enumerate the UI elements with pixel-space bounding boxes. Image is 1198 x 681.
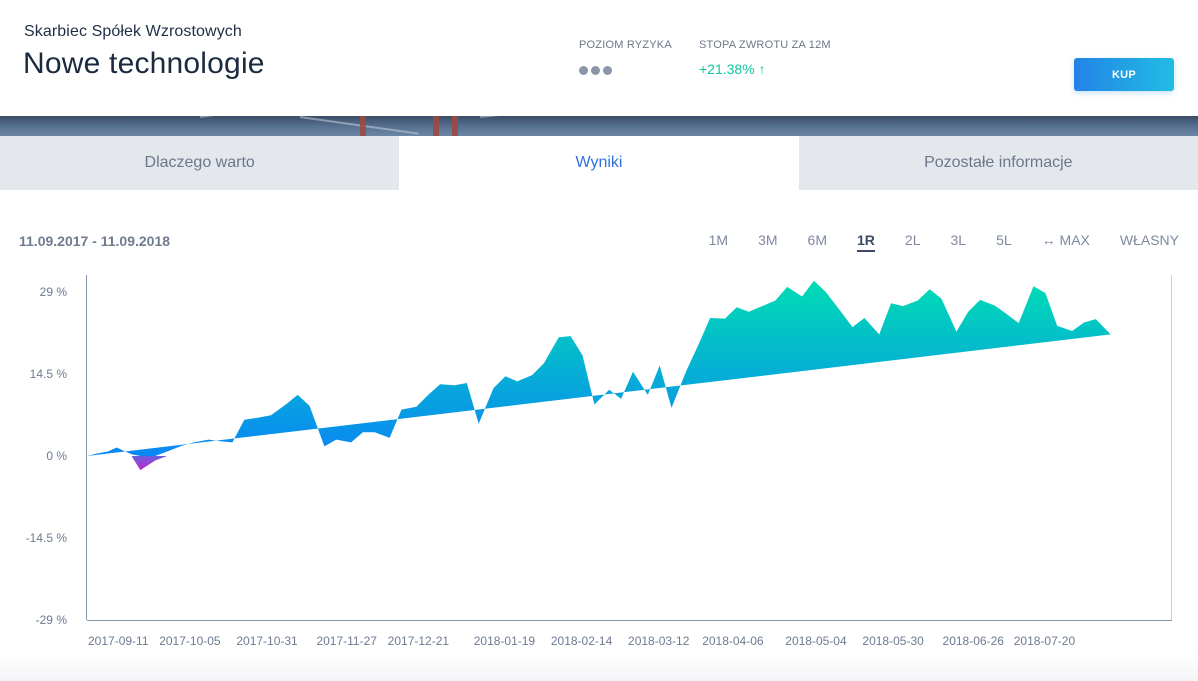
- y-tick-label: -29 %: [36, 613, 68, 627]
- tab-pozostale-informacje[interactable]: Pozostałe informacje: [798, 136, 1198, 190]
- risk-dot: [591, 66, 600, 75]
- x-tick-label: 2018-06-26: [943, 634, 1005, 648]
- bridge-strut: [480, 116, 600, 118]
- series-area-negative: [87, 456, 1111, 471]
- y-tick-label: -14.5 %: [26, 531, 68, 545]
- x-tick-label: 2017-10-31: [236, 634, 298, 648]
- x-tick-label: 2017-12-21: [388, 634, 450, 648]
- return-value-text: +21.38%: [699, 61, 755, 77]
- return-value: +21.38% ↑: [699, 61, 766, 77]
- range-1m-button[interactable]: 1M: [709, 232, 728, 252]
- series-area-positive: [87, 280, 1111, 456]
- range-5l-button[interactable]: 5L: [996, 232, 1012, 252]
- bridge-tower: [433, 116, 439, 138]
- range-selector: 1M 3M 6M 1R 2L 3L 5L ↔ MAX WŁASNY: [709, 232, 1179, 252]
- x-tick-label: 2018-05-30: [862, 634, 924, 648]
- fund-page: Skarbiec Spółek Wzrostowych Nowe technol…: [0, 0, 1198, 681]
- range-2l-button[interactable]: 2L: [905, 232, 921, 252]
- buy-button[interactable]: KUP: [1074, 58, 1174, 91]
- range-3m-button[interactable]: 3M: [758, 232, 777, 252]
- x-tick-label: 2017-11-27: [316, 634, 377, 648]
- tab-bar: Dlaczego warto Wyniki Pozostałe informac…: [0, 136, 1198, 190]
- x-tick-label: 2018-04-06: [702, 634, 764, 648]
- range-6m-button[interactable]: 6M: [808, 232, 827, 252]
- range-custom-button[interactable]: WŁASNY: [1120, 232, 1179, 252]
- x-tick-label: 2018-03-12: [628, 634, 690, 648]
- risk-level-indicator: [579, 66, 612, 75]
- performance-chart: 29 % 14.5 % 0 % -14.5 % -29 % 2017-09-11 2017-…: [26, 275, 1172, 648]
- hero-image-strip: [0, 116, 1198, 138]
- risk-dot: [603, 66, 612, 75]
- x-tick-label: 2017-09-11: [88, 634, 149, 648]
- bottom-fade: [0, 655, 1198, 681]
- tab-wyniki[interactable]: Wyniki: [399, 136, 799, 190]
- y-tick-label: 0 %: [46, 449, 67, 463]
- risk-level-label: POZIOM RYZYKA: [579, 39, 672, 51]
- bridge-tower: [452, 116, 458, 138]
- y-tick-label: 14.5 %: [30, 367, 68, 381]
- range-max-button[interactable]: ↔ MAX: [1042, 232, 1090, 252]
- x-tick-label: 2017-10-05: [159, 634, 221, 648]
- tab-dlaczego-warto[interactable]: Dlaczego warto: [0, 136, 400, 190]
- fund-name: Skarbiec Spółek Wzrostowych: [24, 23, 242, 40]
- fund-header: Skarbiec Spółek Wzrostowych Nowe technol…: [0, 0, 1198, 116]
- x-tick-label: 2018-05-04: [785, 634, 847, 648]
- range-3l-button[interactable]: 3L: [950, 232, 966, 252]
- fund-title: Nowe technologie: [23, 47, 265, 80]
- y-tick-label: 29 %: [40, 285, 68, 299]
- x-tick-label: 2018-07-20: [1014, 634, 1076, 648]
- date-range-label: 11.09.2017 - 11.09.2018: [19, 233, 171, 249]
- arrow-up-icon: ↑: [758, 61, 766, 77]
- bridge-tower: [360, 116, 366, 138]
- x-tick-label: 2018-01-19: [474, 634, 536, 648]
- x-tick-label: 2018-02-14: [551, 634, 613, 648]
- range-1r-button[interactable]: 1R: [857, 232, 875, 252]
- risk-dot: [579, 66, 588, 75]
- return-label: STOPA ZWROTU ZA 12M: [699, 39, 831, 51]
